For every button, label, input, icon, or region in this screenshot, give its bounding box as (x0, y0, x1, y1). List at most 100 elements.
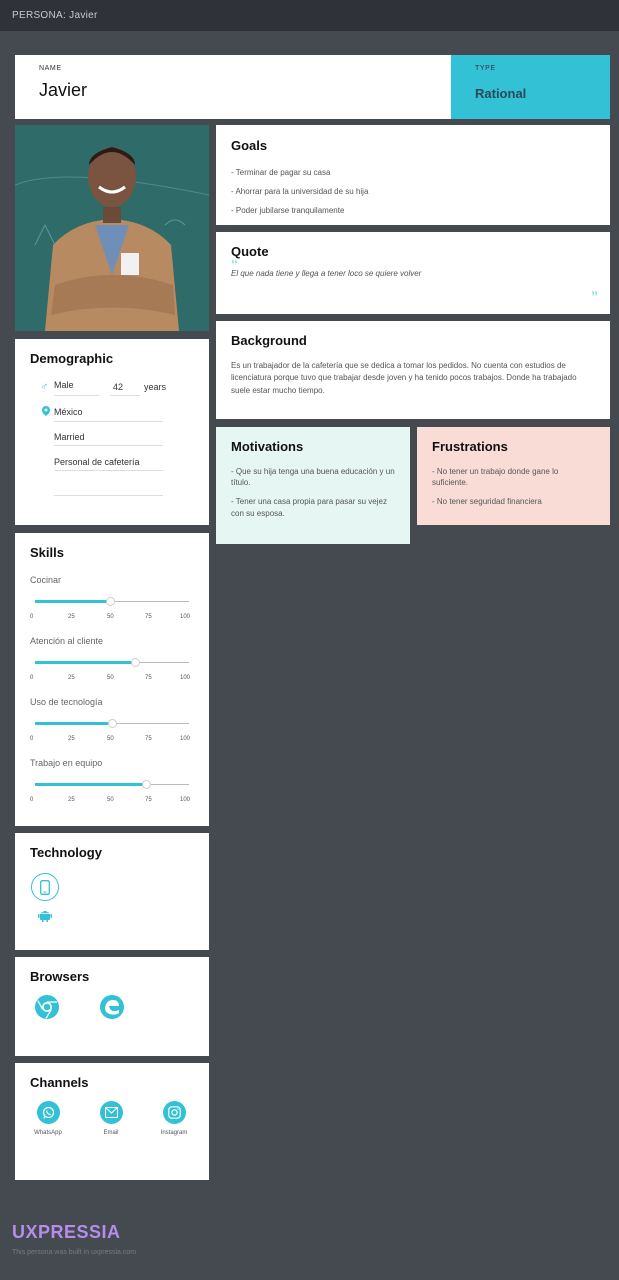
channel-instagram[interactable]: Instagram (149, 1101, 199, 1136)
skill-name: Atención al cliente (30, 636, 104, 646)
channel-label: Email (103, 1130, 119, 1136)
status-underline (54, 445, 163, 446)
tick-label: 0 (30, 797, 34, 803)
skill-name: Cocinar (30, 575, 62, 585)
name-label: NAME (39, 65, 62, 72)
frustrations-title: Frustrations (432, 439, 508, 454)
channels-title: Channels (30, 1075, 89, 1090)
skill-slider[interactable]: Atención al cliente 0 25 50 75 100 (30, 636, 200, 681)
slider-track[interactable] (35, 597, 189, 606)
frustrations-card: Frustrations - No tener un trabajo donde… (417, 427, 610, 525)
goal-item[interactable]: - Ahorrar para la universidad de su hija (231, 186, 595, 197)
background-text[interactable]: Es un trabajador de la cafetería que se … (231, 360, 595, 397)
type-label: TYPE (475, 65, 496, 72)
technology-card: Technology (15, 833, 209, 950)
motivation-item[interactable]: - Tener una casa propia para pasar su ve… (231, 496, 395, 518)
android-icon[interactable] (38, 908, 52, 927)
tick-label: 25 (68, 797, 75, 803)
slider-ticks: 0 25 50 75 100 (30, 614, 200, 624)
empty-field-underline[interactable] (54, 495, 163, 496)
goal-item[interactable]: - Terminar de pagar su casa (231, 167, 595, 178)
name-card: NAME Javier (15, 55, 451, 119)
age-unit: years (144, 382, 167, 392)
persona-type[interactable]: Rational (475, 86, 586, 101)
persona-photo[interactable] (15, 125, 209, 331)
frustration-item[interactable]: - No tener seguridad financiera (432, 496, 595, 507)
tick-label: 75 (145, 614, 152, 620)
tick-label: 25 (68, 736, 75, 742)
channel-whatsapp[interactable]: WhatsApp (23, 1101, 73, 1136)
marital-status-field[interactable]: Married (54, 432, 85, 442)
channel-email[interactable]: Email (86, 1101, 136, 1136)
quote-text[interactable]: El que nada tiene y llega a tener loco s… (231, 269, 595, 278)
tick-label: 100 (180, 675, 191, 681)
skill-slider[interactable]: Trabajo en equipo 0 25 50 75 100 (30, 758, 200, 803)
skill-name: Trabajo en equipo (30, 758, 103, 768)
frustration-item[interactable]: - No tener un trabajo donde gane lo sufi… (432, 466, 595, 488)
instagram-icon (162, 1101, 186, 1124)
skill-slider[interactable]: Uso de tecnología 0 25 50 75 100 (30, 697, 200, 742)
tick-label: 50 (107, 675, 114, 681)
edge-icon[interactable] (100, 995, 124, 1024)
channel-label: WhatsApp (34, 1130, 62, 1136)
occupation-field[interactable]: Personal de cafetería (54, 457, 140, 467)
email-icon (99, 1101, 123, 1124)
tick-label: 50 (107, 797, 114, 803)
quote-close-icon: ” (591, 288, 598, 304)
background-title: Background (231, 333, 307, 348)
tick-label: 0 (30, 614, 34, 620)
quote-open-icon: “ (231, 256, 238, 272)
male-icon: ♂ (40, 381, 49, 393)
skills-card: Skills Cocinar 0 25 50 75 100 Atención al clie… (15, 533, 209, 826)
chrome-icon[interactable] (35, 995, 59, 1024)
slider-thumb[interactable] (131, 658, 141, 667)
slider-fill (35, 783, 146, 786)
goals-card: Goals - Terminar de pagar su casa - Ahor… (216, 125, 610, 225)
skill-slider[interactable]: Cocinar 0 25 50 75 100 (30, 575, 200, 620)
persona-name[interactable]: Javier (39, 80, 427, 101)
demographic-title: Demographic (30, 351, 114, 366)
slider-fill (35, 722, 112, 725)
browsers-title: Browsers (30, 969, 90, 984)
footer-note: This persona was built in uxpressia.com (12, 1249, 137, 1256)
location-pin-icon (42, 406, 50, 418)
motivation-item[interactable]: - Que su hija tenga una buena educación … (231, 466, 395, 488)
tick-label: 75 (145, 675, 152, 681)
slider-track[interactable] (35, 780, 189, 789)
whatsapp-icon (36, 1101, 60, 1124)
slider-ticks: 0 25 50 75 100 (30, 675, 200, 685)
slider-thumb[interactable] (106, 597, 116, 606)
slider-thumb[interactable] (108, 719, 117, 728)
gender-field[interactable]: Male (54, 380, 74, 390)
motivations-card: Motivations - Que su hija tenga una buen… (216, 427, 410, 544)
tick-label: 100 (180, 797, 191, 803)
tick-label: 100 (180, 614, 191, 620)
slider-ticks: 0 25 50 75 100 (30, 736, 200, 746)
slider-track[interactable] (35, 719, 189, 728)
slider-track[interactable] (35, 658, 189, 667)
slider-thumb[interactable] (141, 780, 151, 789)
tick-label: 75 (145, 736, 152, 742)
skills-title: Skills (30, 545, 64, 560)
tick-label: 100 (180, 736, 191, 742)
smartphone-icon[interactable] (31, 873, 59, 901)
location-underline (54, 421, 163, 422)
goal-item[interactable]: - Poder jubilarse tranquilamente (231, 205, 595, 216)
motivations-title: Motivations (231, 439, 304, 454)
tick-label: 50 (107, 736, 114, 742)
page-title: PERSONA: Javier (0, 0, 619, 31)
uxpressia-logo[interactable]: UXPRESSIA (12, 1222, 121, 1243)
age-field[interactable]: 42 (113, 382, 123, 392)
tick-label: 25 (68, 675, 75, 681)
tick-label: 0 (30, 736, 34, 742)
location-field[interactable]: México (54, 407, 83, 417)
channels-card: Channels WhatsApp Email Instagram (15, 1063, 209, 1180)
occupation-underline (54, 470, 163, 471)
tick-label: 50 (107, 614, 114, 620)
slider-ticks: 0 25 50 75 100 (30, 797, 200, 807)
type-card: TYPE Rational (451, 55, 610, 119)
age-underline (110, 395, 140, 396)
tick-label: 75 (145, 797, 152, 803)
background-card: Background Es un trabajador de la cafete… (216, 321, 610, 419)
quote-title: Quote (231, 244, 269, 259)
